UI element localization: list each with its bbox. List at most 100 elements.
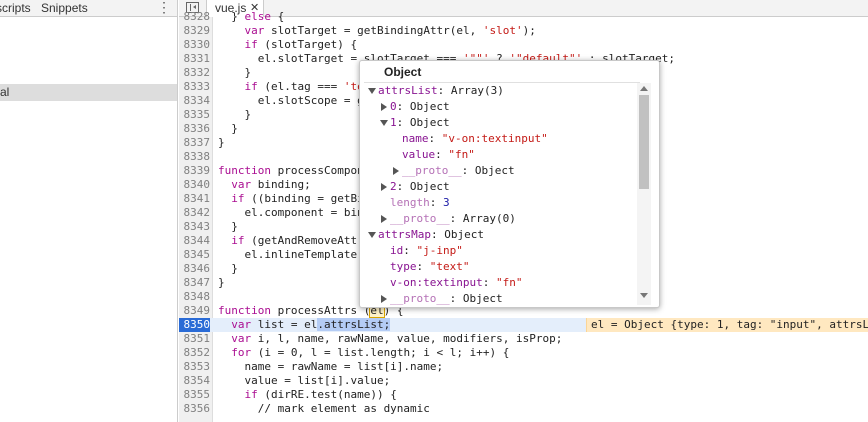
property-row[interactable]: 2: Object	[380, 179, 450, 195]
line-number[interactable]: 8349	[179, 304, 211, 318]
property-separator: :	[449, 212, 463, 225]
code-line[interactable]: 8353 name = rawName = list[i].name;	[179, 360, 868, 374]
line-number[interactable]: 8331	[179, 52, 211, 66]
property-row: name: "v-on:textinput"	[392, 131, 548, 147]
property-value: Object	[462, 292, 503, 305]
property-name: 1	[390, 116, 397, 129]
object-preview-popover[interactable]: Object attrsList: Array(3) 0: Object 1: Ob…	[359, 60, 660, 308]
code-line[interactable]: 8354 value = list[i].value;	[179, 374, 868, 388]
line-number[interactable]: 8354	[179, 374, 211, 388]
line-number[interactable]: 8345	[179, 248, 211, 262]
collapsed-triangle-icon[interactable]	[381, 103, 387, 111]
inline-value-preview: el = Object {type: 1, tag: "input", attr…	[586, 318, 868, 332]
property-value: Object	[444, 228, 484, 241]
code-line[interactable]: 8330 if (slotTarget) {	[179, 38, 868, 52]
code-line[interactable]: 8329 var slotTarget = getBindingAttr(el,…	[179, 24, 868, 38]
code-text: }	[218, 276, 225, 289]
property-separator: :	[482, 276, 496, 289]
line-number[interactable]: 8341	[179, 192, 211, 206]
property-row[interactable]: __proto__: Object	[380, 291, 503, 307]
line-number[interactable]: 8339	[179, 164, 211, 178]
property-value: "text"	[429, 260, 470, 273]
line-number[interactable]: 8342	[179, 206, 211, 220]
property-name: __proto__	[402, 164, 462, 177]
property-name: length	[390, 196, 430, 209]
collapsed-triangle-icon[interactable]	[381, 183, 387, 191]
property-row[interactable]: 1: Object	[380, 115, 450, 131]
collapsed-triangle-icon[interactable]	[393, 167, 399, 175]
property-row: type: "text"	[380, 259, 470, 275]
property-entry: value: "fn"	[402, 148, 475, 161]
property-name: id	[390, 244, 404, 257]
code-text: var i, l, name, rawName, value, modifier…	[231, 332, 563, 345]
line-number[interactable]: 8346	[179, 262, 211, 276]
scroll-up-icon[interactable]	[640, 86, 648, 91]
tab-content-scripts[interactable]: scripts	[0, 1, 31, 15]
line-number[interactable]: 8356	[179, 402, 211, 416]
code-text: if (slotTarget) {	[244, 38, 358, 51]
line-number[interactable]: 8328	[179, 10, 211, 24]
line-number[interactable]: 8351	[179, 332, 211, 346]
more-options-icon[interactable]: ⋮	[157, 0, 171, 16]
property-row: length: 3	[380, 195, 450, 211]
collapsed-triangle-icon[interactable]	[381, 295, 387, 303]
line-number[interactable]: 8353	[179, 360, 211, 374]
property-separator: :	[396, 180, 410, 193]
tab-snippets[interactable]: Snippets	[41, 1, 88, 15]
popover-scrollbar[interactable]	[637, 83, 651, 305]
code-text: var list = el.attrsList;	[231, 318, 391, 331]
code-text: }	[218, 220, 238, 233]
line-number[interactable]: 8333	[179, 80, 211, 94]
property-row[interactable]: __proto__: Object	[392, 163, 515, 179]
line-number[interactable]: 8350	[179, 318, 210, 332]
line-number[interactable]: 8332	[179, 66, 211, 80]
code-line[interactable]: 8328 } else {	[179, 10, 868, 24]
property-row[interactable]: 0: Object	[380, 99, 450, 115]
property-separator: :	[435, 148, 449, 161]
line-number[interactable]: 8347	[179, 276, 211, 290]
property-value: Array(3)	[450, 84, 504, 97]
navigator-tabbar: scripts Snippets ⋮	[0, 0, 177, 17]
expanded-triangle-icon[interactable]	[380, 120, 388, 126]
line-number[interactable]: 8335	[179, 108, 211, 122]
navigator-selected-item[interactable]: al	[0, 84, 177, 101]
property-row[interactable]: attrsMap: Object	[368, 227, 484, 243]
property-row: id: "j-inp"	[380, 243, 463, 259]
line-number[interactable]: 8344	[179, 234, 211, 248]
line-number[interactable]: 8338	[179, 150, 211, 164]
property-entry: __proto__: Array(0)	[390, 212, 516, 225]
scrollbar-thumb[interactable]	[639, 95, 649, 189]
property-row: v-on:textinput: "fn"	[380, 275, 522, 291]
code-line[interactable]: 8351 var i, l, name, rawName, value, mod…	[179, 332, 868, 346]
line-number[interactable]: 8340	[179, 178, 211, 192]
line-number[interactable]: 8329	[179, 24, 211, 38]
property-separator: :	[461, 164, 475, 177]
property-entry: name: "v-on:textinput"	[402, 132, 548, 145]
line-number[interactable]: 8348	[179, 290, 211, 304]
line-number[interactable]: 8337	[179, 136, 211, 150]
property-name: __proto__	[390, 292, 450, 305]
code-text: if (dirRE.test(name)) {	[244, 388, 397, 401]
line-number[interactable]: 8336	[179, 122, 211, 136]
code-line[interactable]: 8355 if (dirRE.test(name)) {	[179, 388, 868, 402]
code-text: value = list[i].value;	[218, 374, 391, 387]
line-number[interactable]: 8352	[179, 346, 211, 360]
collapsed-triangle-icon[interactable]	[381, 215, 387, 223]
expanded-triangle-icon[interactable]	[368, 88, 376, 94]
code-text: } else {	[218, 10, 285, 23]
code-line[interactable]: 8352 for (i = 0, l = list.length; i < l;…	[179, 346, 868, 360]
line-number[interactable]: 8343	[179, 220, 211, 234]
property-row[interactable]: __proto__: Array(0)	[380, 211, 516, 227]
code-text: }	[218, 262, 238, 275]
property-separator: :	[416, 260, 430, 273]
code-line[interactable]: 8356 // mark element as dynamic	[179, 402, 868, 416]
property-row[interactable]: attrsList: Array(3)	[368, 83, 504, 99]
line-number[interactable]: 8355	[179, 388, 211, 402]
property-value: "fn"	[495, 276, 523, 289]
property-name: name	[402, 132, 429, 145]
property-entry: length: 3	[390, 196, 450, 209]
expanded-triangle-icon[interactable]	[368, 232, 376, 238]
scroll-down-icon[interactable]	[640, 293, 648, 298]
line-number[interactable]: 8334	[179, 94, 211, 108]
line-number[interactable]: 8330	[179, 38, 211, 52]
